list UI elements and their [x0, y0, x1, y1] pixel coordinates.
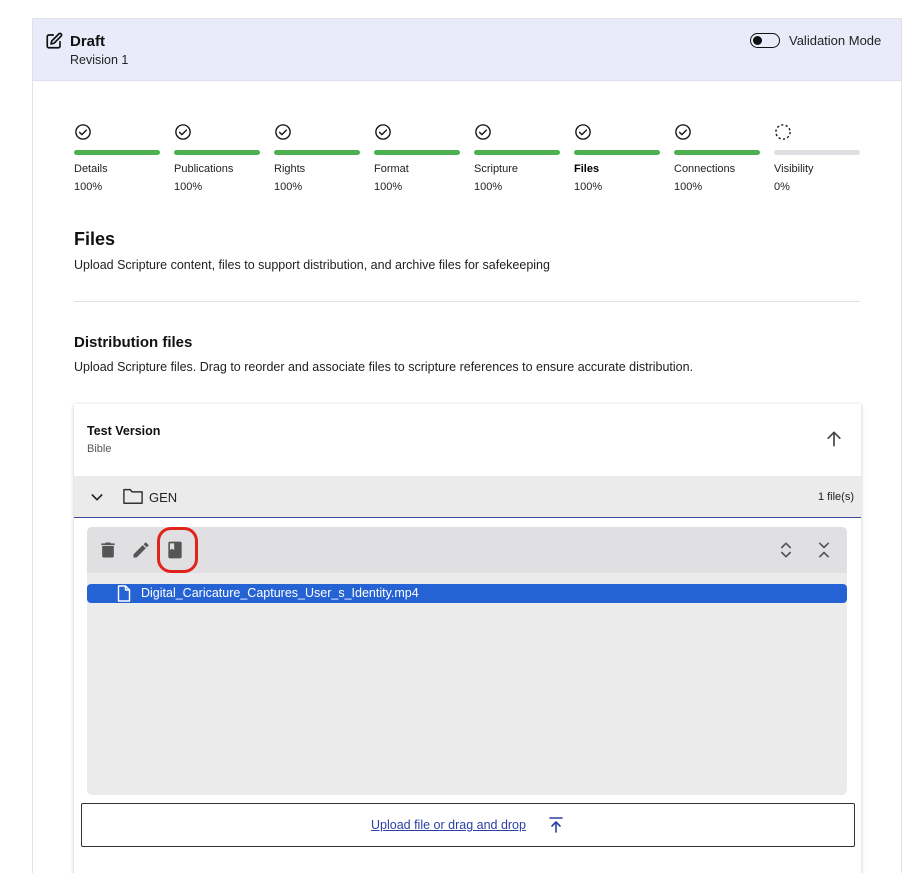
check-circle-icon: [75, 124, 91, 140]
dashed-circle-icon: [775, 124, 791, 140]
step-progress-bar: [174, 150, 260, 155]
file-row[interactable]: Digital_Caricature_Captures_User_s_Ident…: [87, 584, 847, 603]
step-progress-bar: [674, 150, 760, 155]
file-list-area[interactable]: Digital_Caricature_Captures_User_s_Ident…: [87, 527, 847, 795]
step-percent: 100%: [574, 181, 603, 193]
distribution-description: Upload Scripture files. Drag to reorder …: [74, 360, 694, 374]
step-label: Scripture: [474, 163, 519, 175]
step-progress-bar: [374, 150, 460, 155]
folder-row-gen[interactable]: GEN 1 file(s): [74, 476, 861, 518]
upload-dropzone[interactable]: Upload file or drag and drop: [81, 803, 855, 847]
toggle-knob: [753, 35, 762, 45]
file-count: 1 file(s): [817, 491, 854, 503]
draft-header: Draft Revision 1 Validation Mode: [33, 19, 901, 81]
version-subtitle: Bible: [87, 443, 112, 455]
file-toolbar: [87, 527, 847, 573]
step-progress-bar: [74, 150, 160, 155]
folder-name: GEN: [149, 490, 178, 505]
step-label: Format: [374, 163, 409, 175]
file-name: Digital_Caricature_Captures_User_s_Ident…: [141, 586, 419, 600]
version-title: Test Version: [87, 424, 161, 438]
step-label: Visibility: [774, 163, 814, 175]
step-label: Connections: [674, 163, 736, 175]
check-circle-icon: [375, 124, 391, 140]
draft-revision: Revision 1: [70, 53, 129, 67]
step-percent: 100%: [274, 181, 303, 193]
upload-link[interactable]: Upload file or drag and drop: [371, 818, 526, 832]
step-label: Files: [574, 163, 600, 175]
check-circle-icon: [575, 124, 591, 140]
step-progress-bar: [774, 150, 860, 155]
step-percent: 100%: [674, 181, 703, 193]
step-percent: 100%: [74, 181, 103, 193]
chevron-down-icon[interactable]: [89, 489, 105, 505]
step-label: Publications: [174, 163, 234, 175]
check-circle-icon: [475, 124, 491, 140]
file-icon: [117, 585, 131, 602]
step-label: Details: [74, 163, 108, 175]
section-divider: [74, 301, 860, 302]
edit-icon: [46, 32, 63, 49]
trash-icon[interactable]: [98, 540, 118, 560]
upload-icon[interactable]: [548, 816, 564, 834]
folder-icon: [123, 488, 143, 504]
step-progress-bar: [274, 150, 360, 155]
collapse-all-icon[interactable]: [814, 540, 834, 560]
highlight-ring: [157, 527, 198, 573]
section-title: Files: [74, 229, 116, 249]
step-progress-bar: [574, 150, 660, 155]
expand-all-icon[interactable]: [776, 540, 796, 560]
validation-mode-toggle[interactable]: [750, 33, 780, 48]
check-circle-icon: [675, 124, 691, 140]
distribution-title: Distribution files: [74, 334, 193, 351]
step-label: Rights: [274, 163, 306, 175]
version-card: Test Version Bible GEN 1 file(s) Digital…: [74, 404, 861, 873]
step-percent: 100%: [474, 181, 503, 193]
pencil-icon[interactable]: [131, 540, 151, 560]
check-circle-icon: [175, 124, 191, 140]
arrow-up-icon[interactable]: [824, 429, 844, 449]
step-progress-bar: [474, 150, 560, 155]
validation-mode-label: Validation Mode: [789, 33, 882, 48]
step-percent: 0%: [774, 181, 790, 193]
section-description: Upload Scripture content, files to suppo…: [74, 258, 550, 272]
draft-title: Draft: [70, 33, 106, 50]
step-percent: 100%: [174, 181, 203, 193]
draft-panel: Draft Revision 1 Validation Mode Details…: [32, 18, 902, 873]
next-folder-row[interactable]: [74, 866, 861, 873]
check-circle-icon: [275, 124, 291, 140]
step-percent: 100%: [374, 181, 403, 193]
